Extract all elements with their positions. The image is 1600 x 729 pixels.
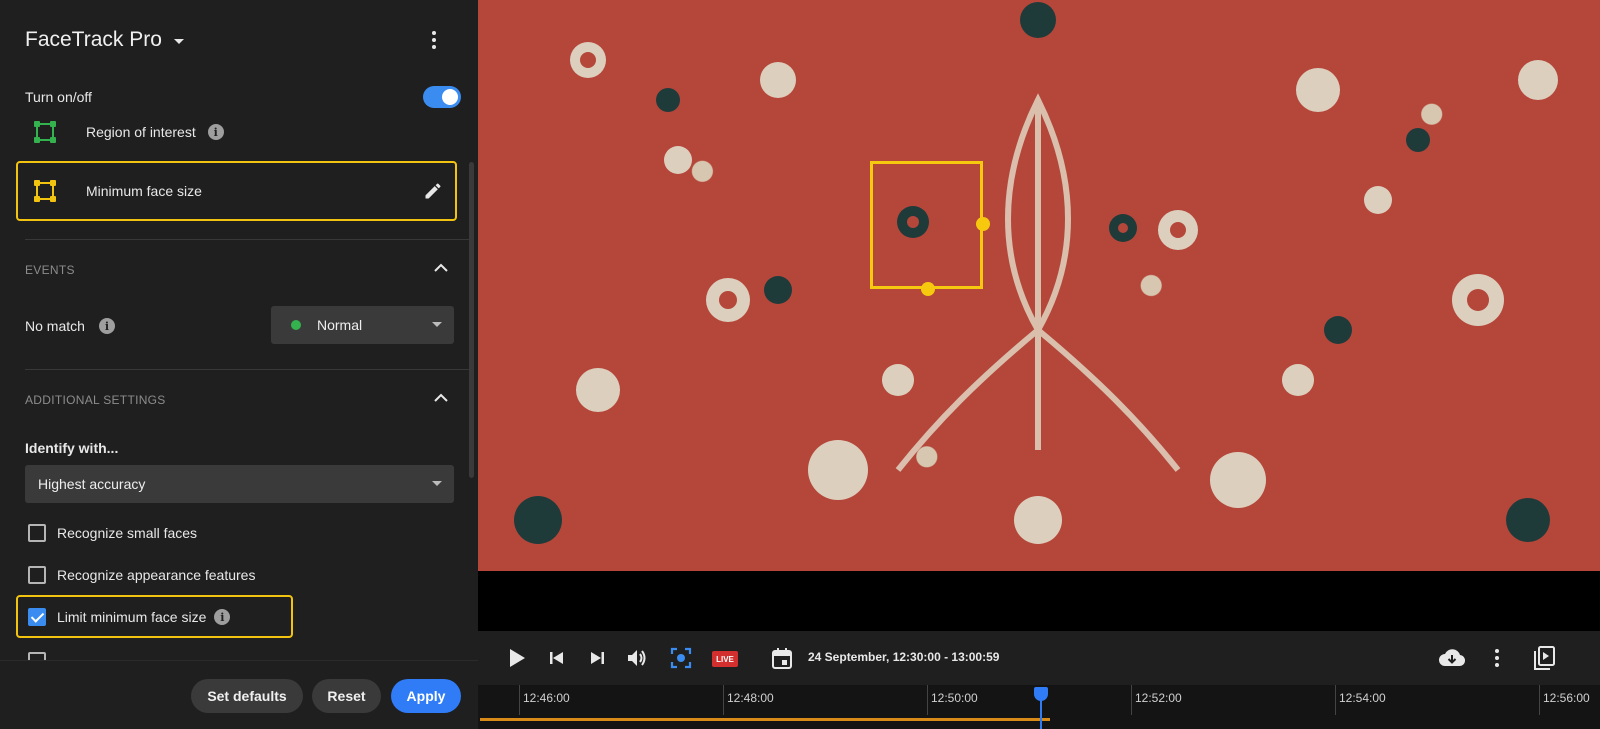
timeline-label: 12:48:00 <box>727 691 774 705</box>
info-icon[interactable]: i <box>214 609 231 625</box>
minimum-face-size-label: Minimum face size <box>86 183 202 199</box>
timeline-tick <box>519 685 520 715</box>
info-icon[interactable]: i <box>207 124 224 140</box>
no-match-value: Normal <box>317 317 363 333</box>
dropdown-arrow-icon <box>432 481 442 486</box>
option-label: Recognize small faces <box>57 525 198 541</box>
video-library-icon[interactable] <box>1531 645 1557 671</box>
identify-with-value: Highest accuracy <box>38 476 146 492</box>
previous-frame-icon[interactable] <box>544 645 570 671</box>
calendar-icon[interactable] <box>769 645 795 671</box>
volume-icon[interactable] <box>624 645 650 671</box>
minimum-face-size-row[interactable]: Minimum face size <box>16 161 457 221</box>
option-label: Recognize appearance features <box>57 567 256 583</box>
option-label: Limit minimum face size <box>57 609 207 625</box>
chevron-down-icon <box>173 38 184 44</box>
checkbox[interactable] <box>28 652 46 660</box>
limit-minimum-face-size-option[interactable]: Limit minimum face size i <box>28 606 231 628</box>
partially-hidden-option[interactable] <box>28 650 57 660</box>
additional-settings-title: ADDITIONAL SETTINGS <box>25 393 166 407</box>
turn-on-off-label: Turn on/off <box>25 89 92 105</box>
date-range-label: 24 September, 12:30:00 - 13:00:59 <box>808 650 1000 664</box>
turn-on-off-toggle[interactable] <box>423 86 461 108</box>
recognize-appearance-features-option[interactable]: Recognize appearance features <box>28 564 255 586</box>
chevron-up-icon[interactable] <box>434 261 448 275</box>
player-controls: LIVE 24 September, 12:30:00 - 13:00:59 <box>478 631 1600 685</box>
minimum-face-size-box[interactable] <box>870 161 983 289</box>
reset-button[interactable]: Reset <box>312 679 381 713</box>
apply-button[interactable]: Apply <box>391 679 461 713</box>
no-match-select[interactable]: Normal <box>271 306 454 344</box>
more-options-icon[interactable] <box>1484 645 1510 671</box>
live-badge[interactable]: LIVE <box>712 651 738 667</box>
timeline-label: 12:54:00 <box>1339 691 1386 705</box>
timeline-tick <box>1539 685 1540 715</box>
play-icon[interactable] <box>504 645 530 671</box>
timeline-label: 12:52:00 <box>1135 691 1182 705</box>
region-of-interest-row[interactable]: Region of interest i <box>25 117 224 147</box>
region-of-interest-icon <box>34 121 56 143</box>
dropdown-arrow-icon <box>432 322 442 327</box>
settings-panel: FaceTrack Pro Turn on/off Region of inte… <box>0 0 478 729</box>
checkbox[interactable] <box>28 566 46 584</box>
timeline-tick <box>927 685 928 715</box>
checkbox[interactable] <box>28 524 46 542</box>
next-frame-icon[interactable] <box>584 645 610 671</box>
checkbox-checked[interactable] <box>28 608 46 626</box>
timeline-tick <box>1335 685 1336 715</box>
info-icon[interactable]: i <box>99 318 115 334</box>
timeline-label: 12:56:00 <box>1543 691 1590 705</box>
timeline[interactable]: 12:46:00 12:48:00 12:50:00 12:52:00 12:5… <box>478 685 1600 729</box>
chevron-up-icon[interactable] <box>434 391 448 405</box>
set-defaults-button[interactable]: Set defaults <box>191 679 303 713</box>
timeline-label: 12:50:00 <box>931 691 978 705</box>
identify-with-select[interactable]: Highest accuracy <box>25 465 454 503</box>
divider <box>25 369 470 370</box>
more-options-icon[interactable] <box>424 28 444 52</box>
app-title: FaceTrack Pro <box>25 28 162 51</box>
events-section-title: EVENTS <box>25 263 75 277</box>
minimum-face-size-icon <box>34 180 56 202</box>
resize-handle-right[interactable] <box>976 217 990 231</box>
status-dot-icon <box>291 320 301 330</box>
identify-with-label: Identify with... <box>25 440 119 456</box>
playhead-marker-icon[interactable] <box>1034 687 1048 701</box>
no-match-label: No match <box>25 318 85 334</box>
resize-handle-bottom[interactable] <box>921 282 935 296</box>
timeline-tick <box>1131 685 1132 715</box>
divider <box>25 239 470 240</box>
camera-video-feed[interactable] <box>478 0 1600 571</box>
recognize-small-faces-option[interactable]: Recognize small faces <box>28 522 197 544</box>
video-letterbox <box>478 571 1600 631</box>
settings-scroll-area: FaceTrack Pro Turn on/off Region of inte… <box>0 0 478 660</box>
timeline-label: 12:46:00 <box>523 691 570 705</box>
carpet-pattern-image <box>514 2 1558 544</box>
region-of-interest-label: Region of interest <box>86 124 196 140</box>
app-title-dropdown[interactable]: FaceTrack Pro <box>25 24 184 56</box>
recorded-progress-bar <box>480 718 1050 721</box>
timeline-tick <box>723 685 724 715</box>
scrollbar[interactable] <box>469 162 474 478</box>
face-focus-icon[interactable] <box>668 645 694 671</box>
download-cloud-icon[interactable] <box>1439 645 1465 671</box>
edit-pencil-icon[interactable] <box>423 181 443 201</box>
settings-footer: Set defaults Reset Apply <box>0 660 478 729</box>
